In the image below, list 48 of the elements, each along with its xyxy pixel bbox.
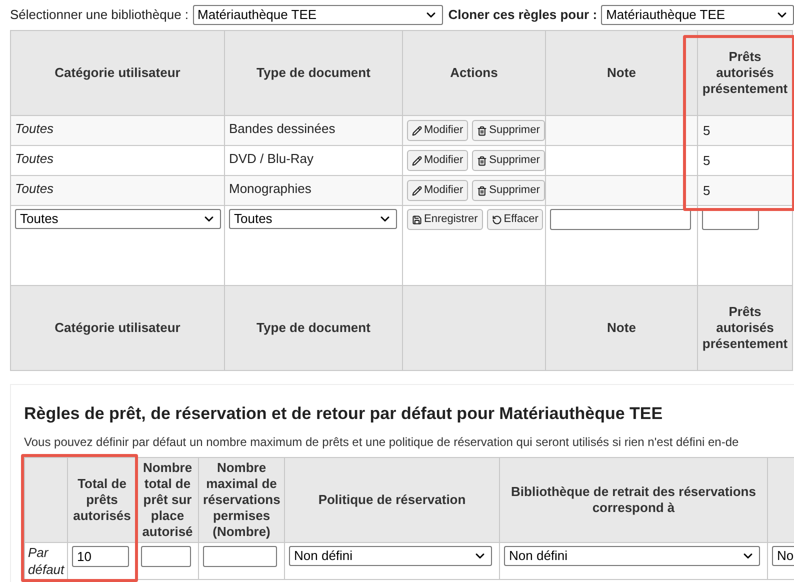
section-title: Règles de prêt, de réservation et de retour par défaut pour Matériauthèque TEE bbox=[24, 403, 664, 425]
edit-button[interactable]: Modifier bbox=[407, 180, 468, 201]
policy-dropdown[interactable]: Non défini bbox=[504, 546, 760, 566]
column-header: Type de document bbox=[224, 30, 402, 116]
pencil-icon bbox=[412, 126, 422, 136]
column-header: Nombre maximal de réservations permises (Nombre) bbox=[198, 457, 284, 542]
column-header: Actions bbox=[402, 30, 546, 116]
delete-button[interactable]: Supprimer bbox=[472, 180, 545, 201]
column-header: Nombre total de prêt sur place autorisé bbox=[136, 457, 198, 542]
note-field[interactable] bbox=[550, 209, 691, 230]
save-button[interactable]: Enregistrer bbox=[407, 209, 483, 230]
column-header: Bibliothèque de retrait des réservations correspond à bbox=[500, 457, 768, 542]
input-field[interactable]: 10 bbox=[72, 546, 129, 566]
table-cell: Toutes bbox=[10, 176, 224, 206]
pencil-icon bbox=[412, 156, 422, 166]
loans-field[interactable] bbox=[702, 209, 759, 230]
column-header: Prêts autorisés présentement bbox=[698, 286, 792, 370]
column-header: Type de document bbox=[224, 286, 402, 370]
row-label: Par défaut bbox=[24, 542, 68, 579]
column-header: Prêts autorisés présentement bbox=[698, 30, 792, 116]
column-header: Catégorie utilisateur bbox=[10, 286, 224, 370]
trash-icon bbox=[477, 156, 488, 166]
column-header: Politique de réservation bbox=[284, 457, 500, 542]
field-label: Sélectionner une bibliothèque : bbox=[10, 6, 189, 24]
clear-button[interactable]: Effacer bbox=[486, 209, 544, 230]
input-field[interactable] bbox=[141, 546, 191, 566]
column-header: Total de prêts autorisés bbox=[68, 457, 136, 542]
edit-button[interactable]: Modifier bbox=[407, 150, 468, 171]
column-header: Note bbox=[546, 30, 698, 116]
library-dropdown[interactable]: Matériauthèque TEE bbox=[192, 5, 444, 25]
edit-button[interactable]: Modifier bbox=[407, 120, 468, 141]
description-text: Vous pouvez définir par défaut un nombre maximum de prêts et une politique de réservation qui seront utilisés si rien n'est défini en-de bbox=[24, 434, 740, 450]
undo-icon bbox=[492, 214, 502, 224]
policy-dropdown[interactable]: Non défini bbox=[289, 546, 492, 566]
table-cell: Monographies bbox=[224, 176, 402, 206]
delete-button[interactable]: Supprimer bbox=[472, 150, 545, 171]
policy-dropdown[interactable]: No bbox=[772, 546, 794, 566]
field-label: Cloner ces règles pour : bbox=[448, 6, 598, 24]
category-dropdown[interactable]: Toutes bbox=[15, 209, 221, 229]
delete-button[interactable]: Supprimer bbox=[472, 120, 545, 141]
column-header: Catégorie utilisateur bbox=[10, 30, 224, 116]
trash-icon bbox=[477, 126, 488, 136]
pencil-icon bbox=[412, 186, 422, 196]
clone-dropdown[interactable]: Matériauthèque TEE bbox=[601, 5, 794, 25]
document-type-dropdown[interactable]: Toutes bbox=[229, 209, 397, 229]
input-field[interactable] bbox=[203, 546, 277, 566]
column-header: Note bbox=[546, 286, 698, 370]
trash-icon bbox=[477, 186, 488, 196]
